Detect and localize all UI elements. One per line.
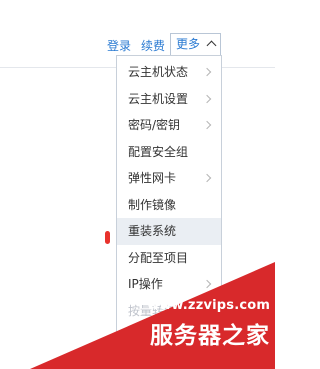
more-button-label: 更多 (176, 37, 201, 51)
menu-item-security-group[interactable]: 配置安全组 (117, 139, 221, 166)
menu-item-instance-settings[interactable]: 云主机设置 (117, 86, 221, 113)
menu-item-label: IP操作 (128, 277, 163, 291)
menu-item-label: 分配至项目 (128, 250, 189, 265)
menu-item-ip-operations[interactable]: IP操作 (117, 271, 221, 298)
watermark-url: www.zzvips.com (147, 298, 271, 313)
menu-item-label: 弹性网卡 (128, 171, 177, 185)
menu-item-label: 云主机状态 (128, 65, 189, 79)
chevron-right-icon (202, 173, 212, 183)
menu-item-label: 重装系统 (128, 224, 177, 238)
highlight-marker (105, 231, 110, 244)
menu-item-label: 密码/密钥 (128, 118, 181, 132)
watermark-name: 服务器之家 (150, 323, 270, 349)
chevron-right-icon (202, 120, 212, 130)
menu-item-assign-project[interactable]: 分配至项目 (117, 245, 221, 272)
menu-item-instance-status[interactable]: 云主机状态 (117, 59, 221, 86)
menu-item-create-image[interactable]: 制作镜像 (117, 192, 221, 219)
menu-item-label: 制作镜像 (128, 197, 177, 212)
chevron-right-icon (202, 94, 212, 103)
menu-item-elastic-nic[interactable]: 弹性网卡 (117, 165, 221, 192)
menu-item-label: 配置安全组 (128, 144, 189, 159)
chevron-right-icon (202, 67, 212, 77)
chevron-right-icon (202, 279, 212, 289)
login-link[interactable]: 登录 (107, 37, 131, 54)
chevron-up-icon (206, 40, 217, 51)
menu-item-label: 云主机设置 (128, 91, 189, 106)
menu-item-password-key[interactable]: 密码/密钥 (117, 112, 221, 139)
menu-item-reinstall-system[interactable]: 重装系统 (117, 218, 221, 245)
renew-link[interactable]: 续费 (141, 37, 165, 54)
more-dropdown-button[interactable]: 更多 (170, 33, 221, 55)
